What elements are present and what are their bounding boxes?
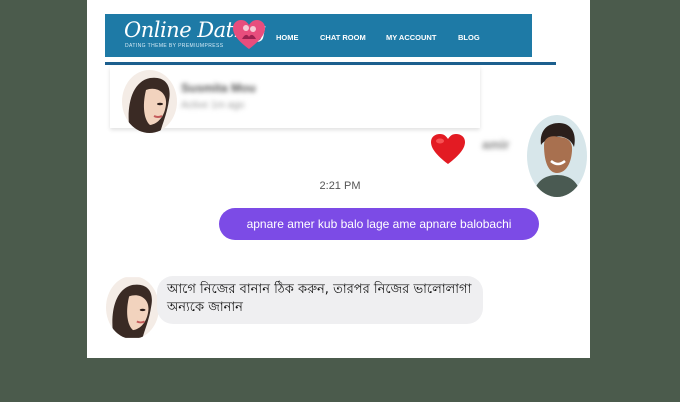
contact-avatar-small[interactable] [106,276,159,339]
contact-status: Active 1m ago [181,100,245,111]
site-header: Online Dating DATING THEME BY PREMIUMPRE… [105,14,532,57]
reaction-sender-name: amir [482,137,510,152]
heart-logo-icon [233,20,265,49]
nav-blog[interactable]: BLOG [458,33,480,42]
nav-home[interactable]: HOME [276,33,299,42]
contact-name: Susmita Mou [181,81,256,95]
user-avatar[interactable] [527,115,587,197]
received-message-bubble[interactable]: আগে নিজের বানান ঠিক করুন, তারপর নিজের ভা… [157,276,483,324]
header-divider [105,62,556,65]
contact-avatar[interactable] [122,70,177,133]
sent-message-bubble[interactable]: apnare amer kub balo lage ame apnare bal… [219,208,539,240]
heart-reaction-icon[interactable] [430,133,466,165]
nav-chat-room[interactable]: CHAT ROOM [320,33,366,42]
message-timestamp: 2:21 PM [319,180,361,192]
site-tagline: DATING THEME BY PREMIUMPRESS [125,43,224,49]
nav-my-account[interactable]: MY ACCOUNT [386,33,436,42]
